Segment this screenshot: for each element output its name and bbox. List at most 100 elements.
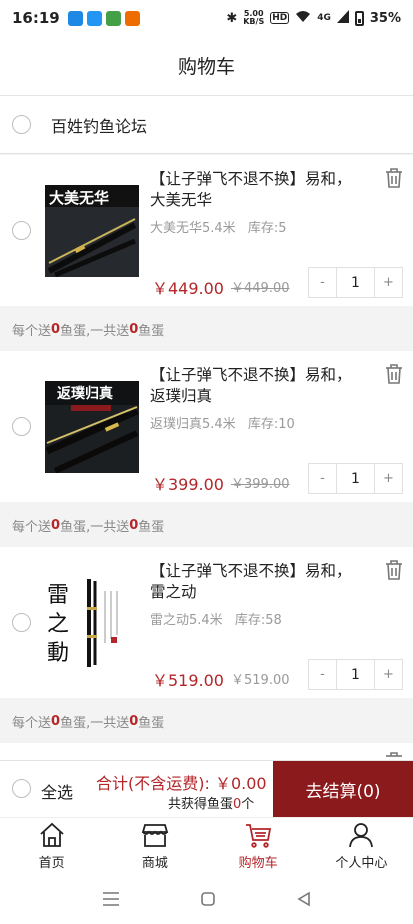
decrease-button[interactable]: - <box>308 659 337 690</box>
status-time: 16:19 <box>12 9 60 27</box>
gift-total: 0 <box>129 321 139 337</box>
signal-icon <box>336 9 349 27</box>
gift-info: 每个送 0 鱼蛋,一共送 0 鱼蛋 <box>0 503 413 547</box>
battery-level: 35% <box>369 10 401 26</box>
product-price: ￥449.00 <box>152 279 224 298</box>
item-select-radio[interactable] <box>12 221 31 240</box>
cart-item-partial <box>0 743 413 760</box>
item-select-radio[interactable] <box>12 417 31 436</box>
app-notification-icon <box>105 10 121 26</box>
eggs-earned: 共获得鱼蛋0个 <box>168 793 254 812</box>
gift-suffix: 鱼蛋 <box>138 323 165 339</box>
product-stock: 库存:58 <box>234 613 282 628</box>
product-image-text: 雷之動 <box>47 583 70 666</box>
status-right: ✱ 5.00 KB/S HD 4G 35% <box>226 9 401 27</box>
home-icon <box>40 822 64 847</box>
tab-cart[interactable]: 购物车 <box>207 818 310 873</box>
gift-total: 0 <box>129 713 139 729</box>
product-variant: 雷之动5.4米 <box>150 613 223 628</box>
product-stock: 库存:10 <box>247 417 295 432</box>
delete-icon[interactable] <box>384 363 404 385</box>
gift-mid: 鱼蛋,一共送 <box>60 323 130 339</box>
shop-name: 百姓钓鱼论坛 <box>51 116 148 136</box>
decrease-button[interactable]: - <box>308 463 337 494</box>
gift-total: 0 <box>129 517 139 533</box>
quantity-value[interactable]: 1 <box>337 267 374 298</box>
tab-home[interactable]: 首页 <box>0 818 103 873</box>
tab-label: 首页 <box>38 855 65 871</box>
product-image[interactable]: 大美无华 <box>45 185 139 277</box>
gift-mid: 鱼蛋,一共送 <box>60 519 130 535</box>
gift-suffix: 鱼蛋 <box>138 519 165 535</box>
gift-per-item: 0 <box>51 713 61 729</box>
tab-label: 购物车 <box>238 855 278 871</box>
signal-label: 4G <box>317 13 331 23</box>
shop-select-radio[interactable] <box>12 115 31 134</box>
page-title: 购物车 <box>177 56 235 78</box>
tab-shop[interactable]: 商城 <box>103 818 206 873</box>
product-image-text: 大美无华 <box>49 189 110 207</box>
increase-button[interactable]: + <box>374 463 403 494</box>
select-all-label[interactable]: 全选 <box>41 779 73 803</box>
product-price: ￥399.00 <box>152 475 224 494</box>
gift-suffix: 鱼蛋 <box>138 715 165 731</box>
tab-profile[interactable]: 个人中心 <box>310 818 413 873</box>
notification-icons <box>67 10 140 26</box>
quantity-stepper: - 1 + <box>308 463 403 494</box>
gift-info: 每个送 0 鱼蛋,一共送 0 鱼蛋 <box>0 699 413 743</box>
product-spec: 雷之动5.4米 库存:58 <box>150 609 282 628</box>
user-icon <box>349 822 374 847</box>
select-all-radio[interactable] <box>12 779 31 798</box>
gift-prefix: 每个送 <box>12 519 52 535</box>
shop-row[interactable]: 百姓钓鱼论坛 <box>0 96 413 154</box>
gift-prefix: 每个送 <box>12 323 52 339</box>
cart-item: 雷之動 【让子弹飞不退不换】易和，雷之动 雷之动5.4米 库存:58 ￥519.… <box>0 547 413 698</box>
gift-info: 每个送 0 鱼蛋,一共送 0 鱼蛋 <box>0 307 413 351</box>
net-speed: 5.00 KB/S <box>243 10 264 26</box>
gift-per-item: 0 <box>51 517 61 533</box>
app-notification-icon <box>86 10 102 26</box>
product-original-price: ￥519.00 <box>231 673 290 688</box>
checkout-bar: 全选 合计(不含运费): ￥0.00 共获得鱼蛋0个 去结算(0) <box>0 760 413 818</box>
decrease-button[interactable]: - <box>308 267 337 298</box>
eggs-suffix: 个 <box>241 797 255 812</box>
product-title[interactable]: 【让子弹飞不退不换】易和，雷之动 <box>150 561 360 603</box>
app-notification-icon <box>124 10 140 26</box>
eggs-prefix: 共获得鱼蛋 <box>168 797 234 812</box>
hd-badge: HD <box>270 12 290 24</box>
quantity-stepper: - 1 + <box>308 659 403 690</box>
product-original-price: ￥399.00 <box>231 477 290 492</box>
cart-page: 16:19 ✱ 5.00 KB/S HD 4G 35% 购物车 百姓钓鱼论坛 大… <box>0 0 413 924</box>
product-price: ￥519.00 <box>152 671 224 690</box>
delete-icon[interactable] <box>384 559 404 581</box>
app-notification-icon <box>67 10 83 26</box>
tab-bar: 首页 商城 购物车 个人中心 <box>0 817 413 873</box>
quantity-value[interactable]: 1 <box>337 463 374 494</box>
menu-icon[interactable] <box>102 891 120 907</box>
wifi-icon <box>295 10 311 27</box>
product-title[interactable]: 【让子弹飞不退不换】易和，返璞归真 <box>150 365 360 407</box>
home-nav-icon[interactable] <box>200 891 216 907</box>
product-image[interactable]: 雷之動 <box>45 577 139 669</box>
gift-per-item: 0 <box>51 321 61 337</box>
checkout-button[interactable]: 去结算(0) <box>273 761 413 818</box>
gift-mid: 鱼蛋,一共送 <box>60 715 130 731</box>
cart-icon <box>246 823 272 848</box>
back-icon[interactable] <box>296 891 312 907</box>
increase-button[interactable]: + <box>374 267 403 298</box>
item-select-radio[interactable] <box>12 613 31 632</box>
increase-button[interactable]: + <box>374 659 403 690</box>
product-original-price: ￥449.00 <box>231 281 290 296</box>
quantity-stepper: - 1 + <box>308 267 403 298</box>
gift-prefix: 每个送 <box>12 715 52 731</box>
tab-label: 个人中心 <box>335 855 388 871</box>
product-image[interactable]: 返璞归真 <box>45 381 139 473</box>
product-stock: 库存:5 <box>247 221 287 236</box>
delete-icon[interactable] <box>384 167 404 189</box>
system-navigation <box>0 873 413 924</box>
cart-item: 返璞归真 【让子弹飞不退不换】易和，返璞归真 返璞归真5.4米 库存:10 ￥3… <box>0 351 413 502</box>
product-variant: 返璞归真5.4米 <box>150 417 236 432</box>
quantity-value[interactable]: 1 <box>337 659 374 690</box>
product-title[interactable]: 【让子弹飞不退不换】易和，大美无华 <box>150 169 360 211</box>
cart-item: 大美无华 【让子弹飞不退不换】易和，大美无华 大美无华5.4米 库存:5 ￥44… <box>0 155 413 306</box>
